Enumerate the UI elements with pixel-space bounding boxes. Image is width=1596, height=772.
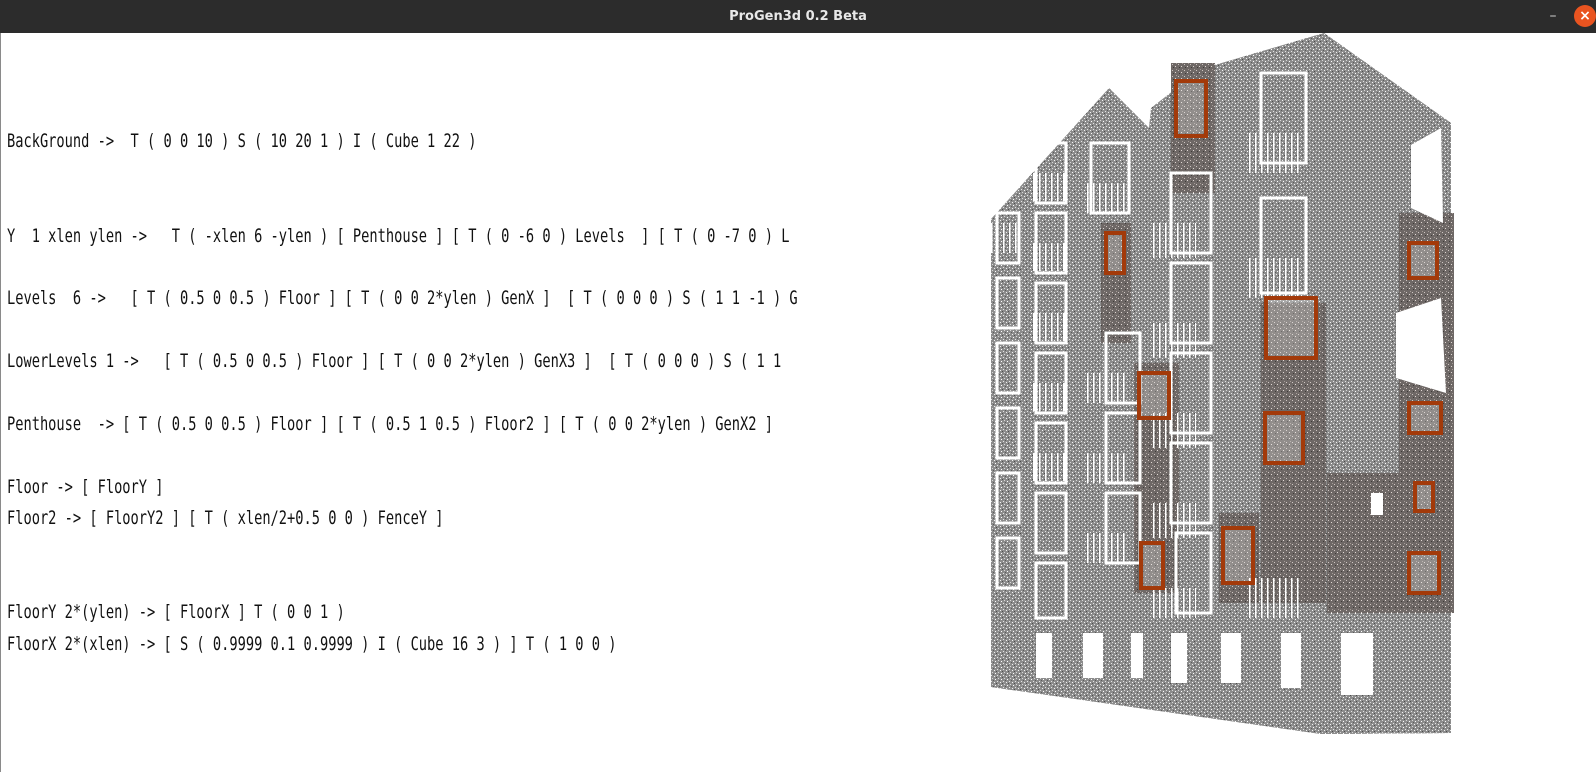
window-title: ProGen3d 0.2 Beta	[729, 9, 867, 24]
grammar-text-panel: BackGround -> T ( 0 0 10 ) S ( 10 20 1 )…	[7, 33, 803, 772]
grammar-line-levels: Levels 6 -> [ T ( 0.5 0 0.5 ) Floor ] [ …	[7, 287, 798, 309]
grammar-line-background: BackGround -> T ( 0 0 10 ) S ( 10 20 1 )…	[7, 130, 477, 152]
app-client-area: BackGround -> T ( 0 0 10 ) S ( 10 20 1 )…	[0, 33, 1596, 772]
grammar-line-penthouse: Penthouse -> [ T ( 0.5 0 0.5 ) Floor ] […	[7, 413, 773, 435]
grammar-line-lowerlevels: LowerLevels 1 -> [ T ( 0.5 0 0.5 ) Floor…	[7, 350, 782, 372]
grammar-line-floorx: FloorX 2*(xlen) -> [ S ( 0.9999 0.1 0.99…	[7, 633, 617, 655]
grammar-line-floor: Floor -> [ FloorY ]	[7, 476, 164, 498]
minimize-button[interactable]: –	[1542, 6, 1564, 28]
close-button[interactable]: ×	[1574, 5, 1596, 27]
3d-viewport[interactable]	[991, 33, 1596, 772]
grammar-line-floor2: Floor2 -> [ FloorY2 ] [ T ( xlen/2+0.5 0…	[7, 507, 444, 529]
title-bar: ProGen3d 0.2 Beta – ×	[0, 0, 1596, 33]
grammar-line-floory: FloorY 2*(ylen) -> [ FloorX ] T ( 0 0 1 …	[7, 601, 345, 623]
building-render	[991, 33, 1454, 734]
grammar-line-y: Y 1 xlen ylen -> T ( -xlen 6 -ylen ) [ P…	[7, 225, 790, 247]
